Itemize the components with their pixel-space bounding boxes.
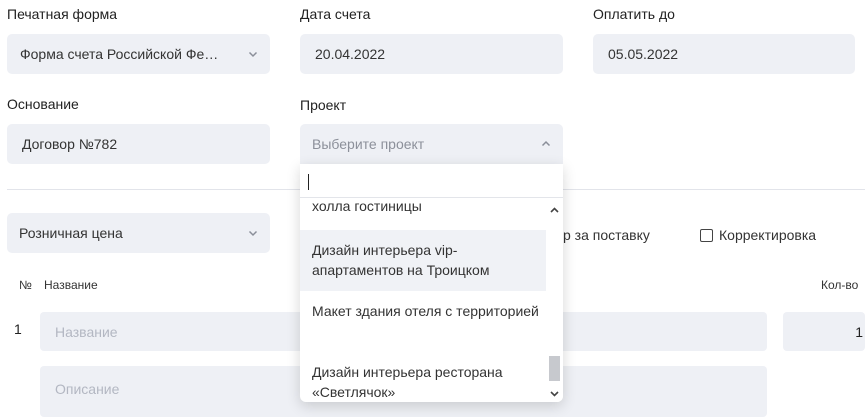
chevron-down-icon	[248, 228, 258, 238]
project-options-list: холла гостиницы Дизайн интерьера vip-апа…	[300, 198, 546, 402]
col-header-qty: Кол-во	[821, 278, 859, 292]
item-description-placeholder: Описание	[55, 381, 120, 397]
pay-until-value: 05.05.2022	[608, 46, 679, 62]
project-option[interactable]: Макет здания отеля с территорией	[300, 291, 546, 352]
project-select[interactable]: Выберите проект	[300, 124, 563, 164]
item-name-placeholder: Название	[55, 323, 118, 340]
text-caret	[308, 174, 309, 190]
price-type-select[interactable]: Розничная цена	[7, 213, 270, 253]
print-form-select[interactable]: Форма счета Российской Фе…	[7, 34, 270, 74]
item-qty-input[interactable]: 1	[783, 312, 865, 351]
col-header-name: Название	[44, 278, 98, 292]
contract-check-label[interactable]: р за поставку	[563, 227, 650, 243]
basis-label: Основание	[7, 96, 79, 112]
pay-until-field[interactable]: 05.05.2022	[593, 34, 855, 74]
correction-checkbox[interactable]: Корректировка	[700, 227, 816, 243]
scroll-down-arrow-icon[interactable]	[549, 386, 560, 397]
row-number: 1	[14, 321, 22, 337]
scrollbar-thumb[interactable]	[549, 356, 560, 381]
invoice-date-label: Дата счета	[300, 6, 371, 22]
project-option[interactable]: холла гостиницы	[300, 198, 546, 226]
project-dropdown: холла гостиницы Дизайн интерьера vip-апа…	[300, 164, 563, 402]
invoice-date-field[interactable]: 20.04.2022	[300, 34, 563, 74]
basis-field[interactable]: Договор №782	[7, 124, 270, 164]
dropdown-scrollbar[interactable]	[546, 198, 563, 402]
price-type-value: Розничная цена	[19, 225, 123, 241]
project-placeholder: Выберите проект	[312, 136, 425, 152]
checkbox-icon[interactable]	[700, 228, 713, 242]
invoice-date-value: 20.04.2022	[315, 46, 386, 62]
correction-label: Корректировка	[719, 227, 817, 243]
pay-until-label: Оплатить до	[593, 6, 675, 22]
project-label: Проект	[300, 97, 347, 113]
project-search-input[interactable]	[300, 164, 563, 198]
contract-check-text: р за поставку	[563, 227, 650, 243]
basis-value: Договор №782	[22, 136, 118, 152]
print-form-label: Печатная форма	[7, 6, 118, 22]
chevron-up-icon	[541, 139, 551, 149]
col-header-num: №	[19, 278, 32, 292]
print-form-value: Форма счета Российской Фе…	[20, 46, 219, 62]
project-option[interactable]: Дизайн интерьера ресторана «Светлячок»	[300, 352, 546, 402]
scroll-up-arrow-icon[interactable]	[549, 203, 560, 214]
chevron-down-icon	[248, 49, 258, 59]
project-option[interactable]: Дизайн интерьера vip-апартаментов на Тро…	[300, 230, 546, 291]
item-qty-value: 1	[855, 323, 863, 340]
